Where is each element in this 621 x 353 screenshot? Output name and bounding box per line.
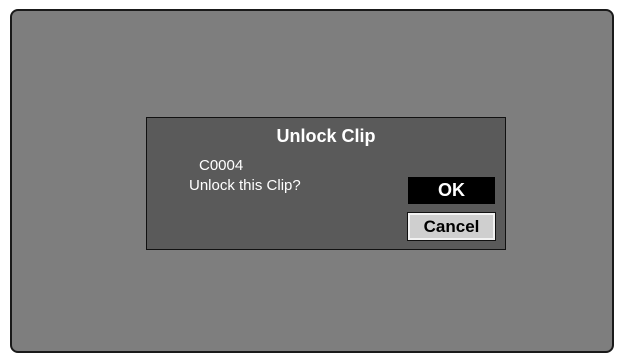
dialog-title: Unlock Clip — [276, 126, 376, 146]
cancel-button[interactable]: Cancel — [407, 212, 496, 241]
confirm-message: Unlock this Clip? — [189, 177, 301, 194]
clip-id-label: C0004 — [199, 157, 244, 174]
unlock-clip-dialog: Unlock Clip C0004 Unlock this Clip? OK C… — [146, 117, 506, 250]
ok-button[interactable]: OK — [408, 177, 495, 204]
viewfinder-screen: Unlock Clip C0004 Unlock this Clip? OK C… — [10, 9, 614, 353]
